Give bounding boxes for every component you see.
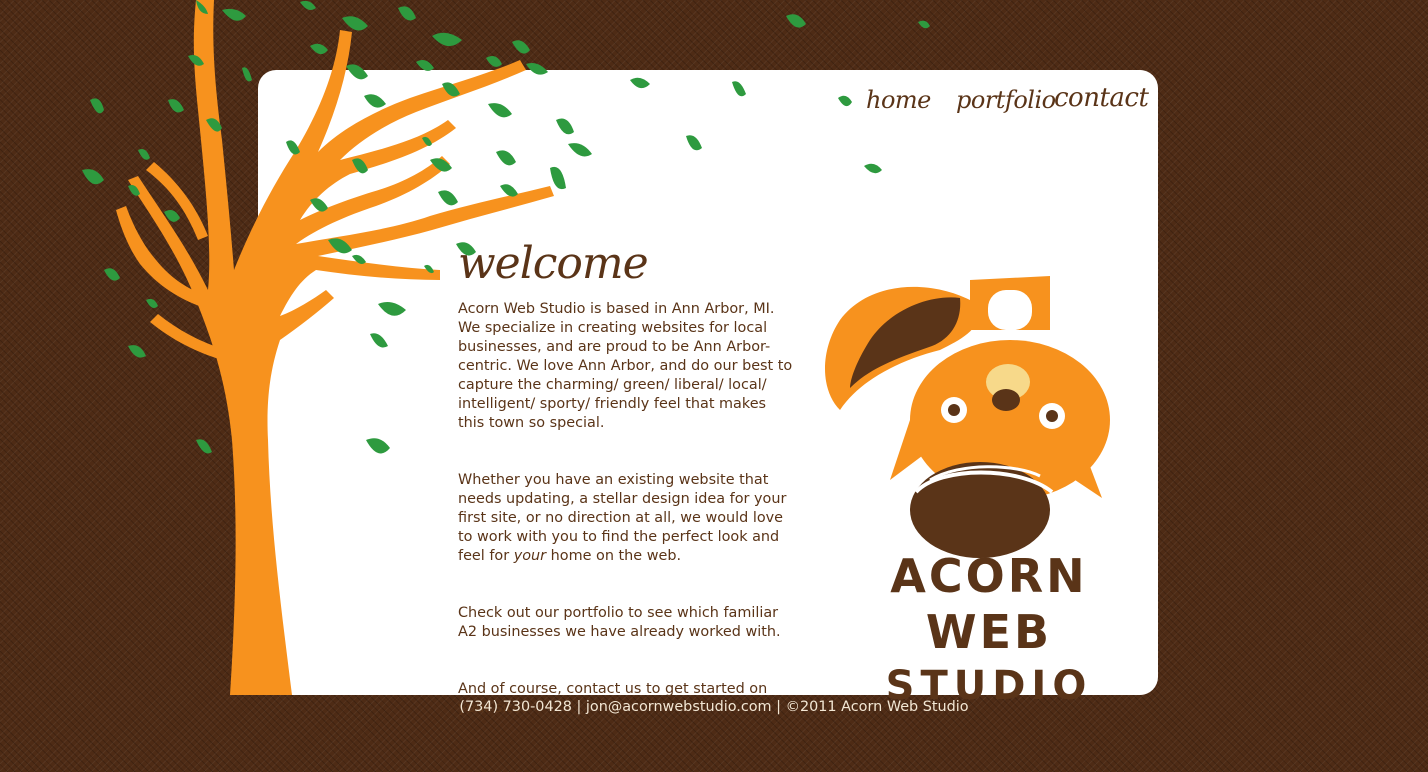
footer-contact-info: (734) 730-0428 | jon@acornwebstudio.com …: [459, 699, 969, 715]
welcome-heading: welcome: [458, 238, 649, 289]
services-text-after: home on the web.: [546, 548, 682, 564]
portfolio-paragraph: Check out our portfolio to see which fam…: [458, 605, 781, 640]
main-content: Acorn Web Studio is based in Ann Arbor, …: [458, 300, 796, 756]
top-nav: home portfolio contact: [860, 80, 1150, 124]
nav-contact-link[interactable]: contact: [1054, 83, 1149, 113]
acorn-web-studio-logo-text: ACORN WEB STUDIO: [826, 548, 1152, 712]
squirrel-mascot-logo: [825, 276, 1110, 558]
nav-portfolio-link[interactable]: portfolio: [956, 86, 1056, 114]
services-paragraph: Whether you have an existing website tha…: [458, 471, 796, 566]
intro-paragraph: Acorn Web Studio is based in Ann Arbor, …: [458, 301, 793, 431]
nav-home-link[interactable]: home: [866, 86, 931, 114]
logo-line-1: ACORN WEB: [890, 549, 1088, 659]
services-text-emphasis: your: [513, 548, 547, 564]
